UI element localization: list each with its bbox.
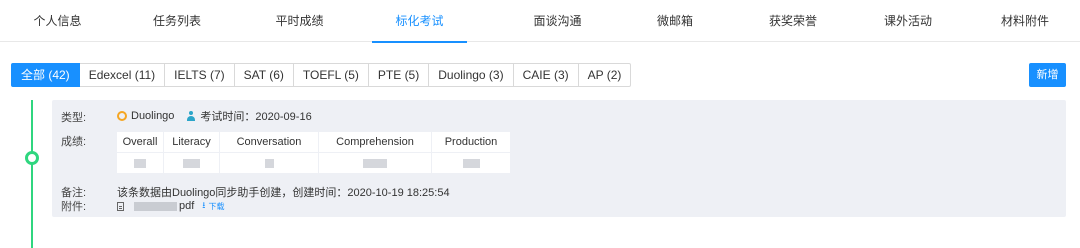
score-header: Conversation xyxy=(220,132,318,153)
download-label: 下载 xyxy=(208,201,225,211)
tab-mailbox[interactable]: 微邮箱 xyxy=(617,0,733,42)
score-value xyxy=(432,153,510,173)
attachment-filename[interactable] xyxy=(134,201,177,211)
coin-icon xyxy=(117,111,127,121)
score-table: Overall Literacy Conversation Comprehens… xyxy=(117,132,510,173)
tab-standardized-tests[interactable]: 标化考试 xyxy=(372,0,467,43)
tab-activities[interactable]: 课外活动 xyxy=(853,0,963,42)
score-value xyxy=(220,153,318,173)
filter-all[interactable]: 全部 (42) xyxy=(11,63,80,87)
score-header: Comprehension xyxy=(319,132,431,153)
score-column: Comprehension xyxy=(319,132,432,173)
tab-interview[interactable]: 面谈沟通 xyxy=(498,0,617,42)
attachment-row: pdf ⭳ 下载 xyxy=(117,198,224,214)
profile-tabs: 个人信息 任务列表 平时成绩 标化考试 面谈沟通 微邮箱 获奖荣誉 课外活动 材… xyxy=(0,0,1080,43)
exam-filter-group: 全部 (42) Edexcel (11) IELTS (7) SAT (6) T… xyxy=(11,63,632,87)
filter-duolingo[interactable]: Duolingo (3) xyxy=(428,63,514,87)
attachment-label: 附件: xyxy=(61,201,87,213)
timeline-node xyxy=(25,151,39,165)
score-header: Overall xyxy=(117,132,163,153)
filter-ap[interactable]: AP (2) xyxy=(577,63,632,87)
tab-regular-grades[interactable]: 平时成绩 xyxy=(239,0,360,42)
filter-ielts[interactable]: IELTS (7) xyxy=(164,63,235,87)
score-value xyxy=(319,153,431,173)
score-column: Production xyxy=(432,132,510,173)
filter-caie[interactable]: CAIE (3) xyxy=(512,63,579,87)
tab-attachments[interactable]: 材料附件 xyxy=(963,0,1080,42)
filter-edexcel[interactable]: Edexcel (11) xyxy=(78,63,166,87)
attachment-extension[interactable]: pdf xyxy=(179,200,194,212)
score-column: Overall xyxy=(117,132,164,173)
exam-time: 考试时间：2020-09-16 xyxy=(200,111,312,123)
score-header: Literacy xyxy=(164,132,219,153)
type-label: 类型: xyxy=(61,112,87,124)
file-icon xyxy=(117,201,124,211)
download-link[interactable]: ⭳ 下载 xyxy=(202,198,224,214)
score-column: Literacy xyxy=(164,132,220,173)
type-row: Duolingo 考试时间：2020-09-16 xyxy=(117,108,312,124)
download-icon: ⭳ xyxy=(202,200,206,210)
tab-awards[interactable]: 获奖荣誉 xyxy=(733,0,853,42)
person-icon xyxy=(186,111,196,121)
filter-sat[interactable]: SAT (6) xyxy=(233,63,294,87)
score-value xyxy=(117,153,163,173)
type-value: Duolingo xyxy=(131,110,175,122)
filter-pte[interactable]: PTE (5) xyxy=(367,63,430,87)
score-label: 成绩: xyxy=(61,136,87,148)
score-column: Conversation xyxy=(220,132,319,173)
score-value xyxy=(164,153,219,173)
tab-personal-info[interactable]: 个人信息 xyxy=(0,0,115,42)
add-button[interactable]: 新增 xyxy=(1029,63,1066,87)
tab-task-list[interactable]: 任务列表 xyxy=(115,0,239,42)
exam-record-card: 类型: Duolingo 考试时间：2020-09-16 成绩: Overall… xyxy=(52,100,1066,217)
score-header: Production xyxy=(432,132,510,153)
filter-toefl[interactable]: TOEFL (5) xyxy=(292,63,369,87)
timeline-line xyxy=(31,100,33,248)
